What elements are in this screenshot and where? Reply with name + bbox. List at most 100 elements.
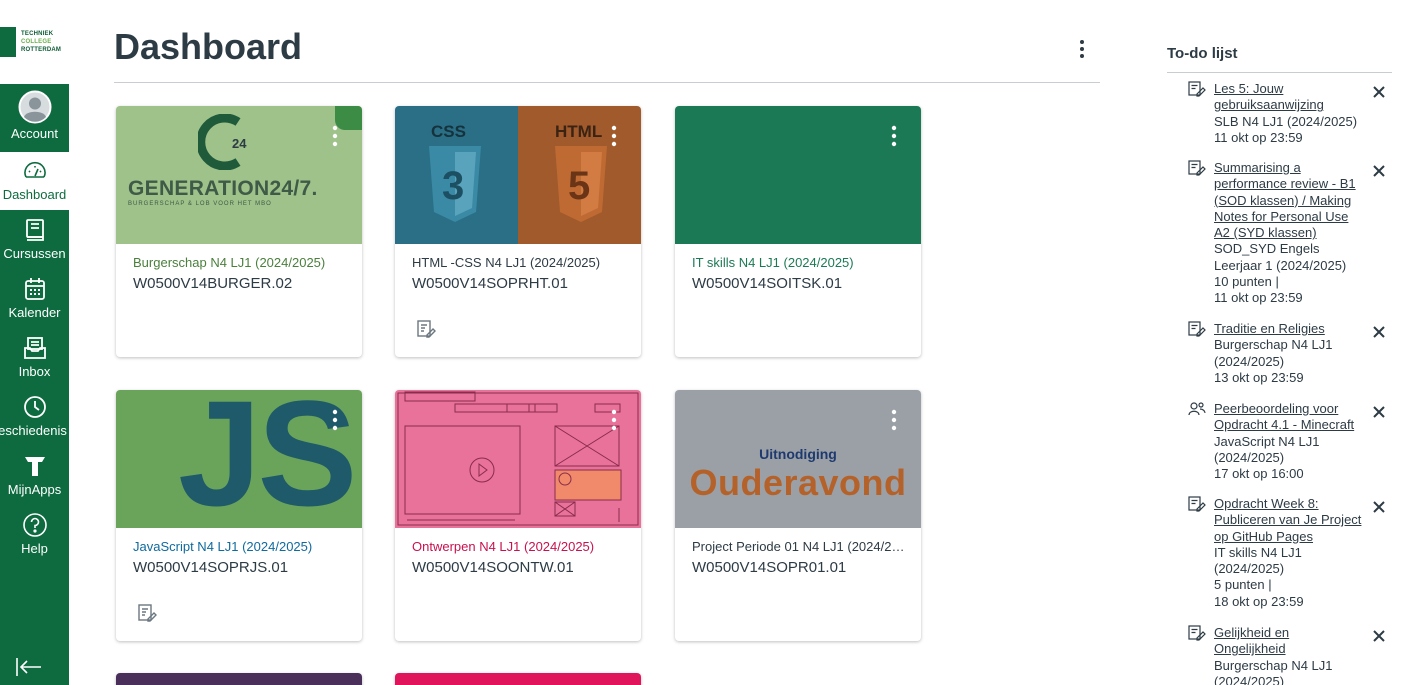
html5-shield-icon: 5	[555, 146, 607, 222]
close-icon[interactable]	[1371, 84, 1387, 100]
todo-link[interactable]: Traditie en Religies	[1214, 321, 1364, 337]
course-card-partial-1[interactable]	[116, 673, 362, 685]
todo-link[interactable]: Gelijkheid en Ongelijkheid	[1214, 625, 1364, 658]
nav-history[interactable]: eschiedenis	[0, 388, 69, 446]
todo-title: To-do lijst	[1167, 45, 1238, 62]
course-card-burgerschap[interactable]: 24 GENERATION24/7. BURGERSCHAP & LOB VOO…	[116, 106, 362, 357]
svg-text:5: 5	[568, 164, 590, 208]
close-icon[interactable]	[1371, 499, 1387, 515]
book-icon	[22, 217, 48, 243]
todo-course: SOD_SYD Engels Leerjaar 1 (2024/2025)	[1214, 241, 1347, 273]
card-options-icon[interactable]	[887, 408, 901, 434]
close-icon[interactable]	[1371, 628, 1387, 644]
todo-course: SLB N4 LJ1 (2024/2025)	[1214, 113, 1358, 129]
todo-course: Burgerschap N4 LJ1 (2024/2025)	[1214, 657, 1333, 685]
logo-line-3: ROTTERDAM	[21, 47, 62, 53]
assignment-icon	[1188, 496, 1206, 512]
card-title[interactable]: JavaScript N4 LJ1 (2024/2025)	[133, 539, 348, 554]
logo-line-1: TECHNIEK	[21, 31, 54, 37]
dashboard-icon	[22, 158, 48, 184]
course-card-ontwerpen[interactable]: Ontwerpen N4 LJ1 (2024/2025) W0500V14SOO…	[395, 390, 641, 641]
inbox-icon	[22, 335, 48, 361]
todo-course: JavaScript N4 LJ1 (2024/2025)	[1214, 433, 1320, 465]
hero-invite-text: Uitnodiging	[759, 446, 837, 462]
todo-link[interactable]: Les 5: Jouw gebruiksaanwijzing	[1214, 81, 1364, 114]
card-options-icon[interactable]	[328, 408, 342, 434]
hero-css-text: CSS	[431, 122, 466, 141]
card-options-icon[interactable]	[607, 124, 621, 150]
assignment-icon	[1188, 81, 1206, 97]
todo-due: 11 okt op 23:59	[1214, 290, 1303, 306]
course-card-html-css[interactable]: CSS HTML 3 5 HTML -CSS N4 LJ1 (2024/2025…	[395, 106, 641, 357]
page-title: Dashboard	[114, 26, 303, 67]
close-icon[interactable]	[1371, 163, 1387, 179]
card-code: W0500V14SOPR01.01	[692, 559, 847, 576]
close-icon[interactable]	[1371, 404, 1387, 420]
course-card-it-skills[interactable]: IT skills N4 LJ1 (2024/2025) W0500V14SOI…	[675, 106, 921, 357]
card-title[interactable]: IT skills N4 LJ1 (2024/2025)	[692, 255, 907, 270]
school-logo[interactable]: TECHNIEK COLLEGE ROTTERDAM	[0, 0, 69, 84]
close-icon[interactable]	[1371, 324, 1387, 340]
nav-apps[interactable]: MijnApps	[0, 447, 69, 505]
clock-icon	[22, 394, 48, 420]
generation-logo-icon: 24	[198, 114, 247, 170]
card-options-icon[interactable]	[328, 124, 342, 150]
card-hero-image: JS	[116, 390, 362, 528]
assignment-icon	[1188, 625, 1206, 641]
course-card-javascript[interactable]: JS JavaScript N4 LJ1 (2024/2025) W0500V1…	[116, 390, 362, 641]
nav-dashboard-label: Dashboard	[2, 187, 67, 202]
card-options-icon[interactable]	[887, 124, 901, 150]
nav-inbox-label: Inbox	[18, 364, 51, 379]
card-title[interactable]: HTML -CSS N4 LJ1 (2024/2025)	[412, 255, 627, 270]
nav-apps-label: MijnApps	[7, 482, 62, 497]
help-icon	[22, 512, 48, 538]
hero-generation-sub: BURGERSCHAP & LOB VOOR HET MBO	[128, 201, 272, 207]
card-title[interactable]: Project Periode 01 N4 LJ1 (2024/2025)	[692, 539, 907, 554]
calendar-icon	[22, 276, 48, 302]
hero-event-text: Ouderavond	[689, 462, 907, 503]
card-hero-image: 24 GENERATION24/7. BURGERSCHAP & LOB VOO…	[116, 106, 362, 244]
nav-inbox[interactable]: Inbox	[0, 329, 69, 387]
todo-course: IT skills N4 LJ1 (2024/2025)	[1214, 544, 1302, 577]
hero-number: 24	[232, 136, 247, 151]
collapse-nav-icon[interactable]	[14, 655, 42, 679]
css3-shield-icon: 3	[429, 146, 481, 222]
assignments-icon[interactable]	[137, 603, 157, 623]
hero-html-text: HTML	[555, 122, 603, 141]
card-hero-image: CSS HTML 3 5	[395, 106, 641, 244]
card-title[interactable]: Ontwerpen N4 LJ1 (2024/2025)	[412, 539, 627, 554]
app: TECHNIEK COLLEGE ROTTERDAM Account Dashb…	[0, 0, 1416, 685]
nav-help-label: Help	[21, 541, 48, 556]
nav-courses[interactable]: Cursussen	[0, 211, 69, 269]
wireframe-sketch-icon	[397, 391, 639, 526]
card-hero-image: Uitnodiging Ouderavond	[675, 390, 921, 528]
todo-due: 13 okt op 23:59	[1214, 369, 1304, 385]
course-card-project-periode[interactable]: Uitnodiging Ouderavond Project Periode 0…	[675, 390, 921, 641]
card-code: W0500V14BURGER.02	[133, 275, 293, 292]
nav-account[interactable]: Account	[0, 86, 69, 144]
card-code: W0500V14SOPRJS.01	[133, 559, 289, 576]
card-title[interactable]: Burgerschap N4 LJ1 (2024/2025)	[133, 255, 348, 270]
todo-link[interactable]: Peerbeoordeling voor Opdracht 4.1 - Mine…	[1214, 401, 1364, 434]
card-code: W0500V14SOONTW.01	[412, 559, 574, 576]
nav-account-label: Account	[11, 126, 58, 141]
svg-text:3: 3	[442, 164, 464, 208]
dashboard-options-icon[interactable]	[1072, 38, 1092, 62]
account-avatar-icon	[18, 90, 52, 124]
todo-points: 5 punten |	[1214, 577, 1272, 593]
todo-due: 11 okt op 23:59	[1214, 129, 1303, 145]
todo-course: Burgerschap N4 LJ1 (2024/2025)	[1214, 337, 1333, 369]
apps-logo-icon	[22, 453, 48, 479]
card-options-icon[interactable]	[607, 408, 621, 434]
card-code: W0500V14SOPRHT.01	[412, 275, 568, 292]
logo-text: TECHNIEK COLLEGE ROTTERDAM	[21, 30, 61, 54]
todo-link[interactable]: Summarising a performance review - B1 (S…	[1214, 160, 1364, 241]
nav-calendar[interactable]: Kalender	[0, 270, 69, 328]
course-card-partial-2[interactable]	[395, 673, 641, 685]
logo-line-2: COLLEGE	[21, 39, 52, 45]
assignments-icon[interactable]	[416, 319, 436, 339]
nav-help[interactable]: Help	[0, 506, 69, 564]
peer-review-icon	[1188, 401, 1206, 417]
nav-dashboard[interactable]: Dashboard	[0, 152, 69, 210]
todo-link[interactable]: Opdracht Week 8: Publiceren van Je Proje…	[1214, 496, 1364, 545]
